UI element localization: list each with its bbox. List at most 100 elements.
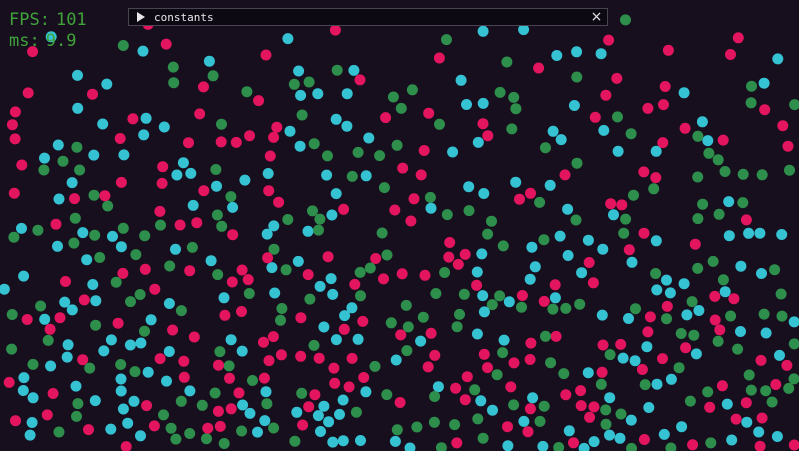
particle	[650, 268, 662, 279]
particle	[461, 99, 472, 110]
particle	[71, 141, 83, 153]
particle	[721, 398, 733, 410]
particle	[678, 87, 690, 99]
particle	[737, 197, 749, 209]
particle	[16, 159, 28, 171]
particle	[117, 40, 129, 51]
particle	[658, 99, 669, 111]
particle	[692, 130, 704, 142]
particle	[477, 25, 489, 37]
particle	[360, 386, 372, 398]
particle	[258, 372, 270, 384]
particle	[689, 238, 701, 250]
particle	[615, 338, 627, 350]
particle	[155, 219, 166, 231]
particle	[788, 338, 799, 350]
particle	[24, 429, 36, 441]
particle	[600, 404, 612, 416]
particle	[337, 394, 349, 406]
particle	[94, 252, 106, 263]
particle	[337, 435, 349, 447]
particle	[330, 113, 342, 125]
particle	[390, 354, 402, 366]
particle	[26, 417, 38, 428]
particle	[214, 420, 226, 432]
particle	[112, 317, 124, 329]
particle	[740, 214, 752, 226]
particle	[266, 262, 278, 274]
particle	[252, 426, 263, 438]
particle	[156, 177, 168, 189]
particle	[788, 439, 799, 451]
particle	[547, 125, 559, 137]
particle	[397, 162, 409, 174]
particle	[158, 121, 170, 133]
particle	[620, 213, 632, 225]
particle	[224, 372, 235, 384]
particle	[158, 409, 169, 421]
particle	[415, 169, 427, 181]
particle	[284, 125, 296, 137]
particle	[307, 205, 318, 217]
particle	[61, 351, 73, 363]
particle	[735, 260, 747, 272]
particle	[346, 302, 358, 314]
particle	[673, 362, 685, 374]
particle	[253, 95, 265, 107]
close-icon[interactable]: ×	[590, 10, 603, 24]
particle	[315, 426, 326, 437]
particle	[476, 248, 488, 260]
particle	[343, 381, 355, 393]
particle	[326, 209, 338, 221]
particle	[303, 76, 315, 88]
particle	[225, 191, 237, 203]
particle	[775, 288, 787, 300]
particle	[598, 124, 610, 136]
panel-title[interactable]: constants	[154, 11, 214, 24]
particle	[692, 262, 704, 274]
particle	[160, 38, 172, 50]
particle	[322, 150, 333, 162]
particle	[66, 177, 78, 189]
particle	[341, 120, 353, 132]
play-triangle-icon[interactable]	[136, 12, 146, 22]
particle	[387, 91, 399, 103]
particle	[261, 398, 273, 410]
particle	[756, 268, 767, 279]
particle	[77, 354, 89, 366]
particle	[225, 403, 237, 415]
particle	[69, 212, 81, 224]
particle	[241, 86, 253, 98]
particle	[525, 337, 537, 349]
particle	[441, 34, 452, 46]
particle	[275, 314, 286, 326]
particle	[230, 136, 242, 148]
particle	[236, 264, 248, 276]
particle	[378, 273, 389, 285]
particle	[526, 241, 538, 253]
particle	[533, 62, 545, 74]
particle	[128, 395, 140, 407]
particle	[363, 132, 375, 144]
particle	[322, 251, 334, 263]
particle	[107, 230, 118, 242]
particle	[115, 176, 127, 188]
particle	[690, 348, 702, 360]
particle	[737, 168, 749, 180]
particle	[260, 49, 272, 61]
particle	[164, 260, 176, 272]
particle	[616, 199, 628, 211]
particle	[514, 193, 525, 205]
particle	[600, 418, 612, 430]
particle	[741, 416, 753, 428]
particle	[558, 368, 570, 380]
particle	[201, 433, 212, 445]
constants-panel[interactable]: constants ×	[128, 8, 608, 26]
particle	[3, 376, 15, 388]
particle	[583, 257, 595, 268]
particle	[346, 352, 358, 364]
particle	[454, 308, 465, 320]
particle	[588, 401, 600, 413]
particle	[72, 69, 83, 81]
particle	[623, 313, 634, 324]
